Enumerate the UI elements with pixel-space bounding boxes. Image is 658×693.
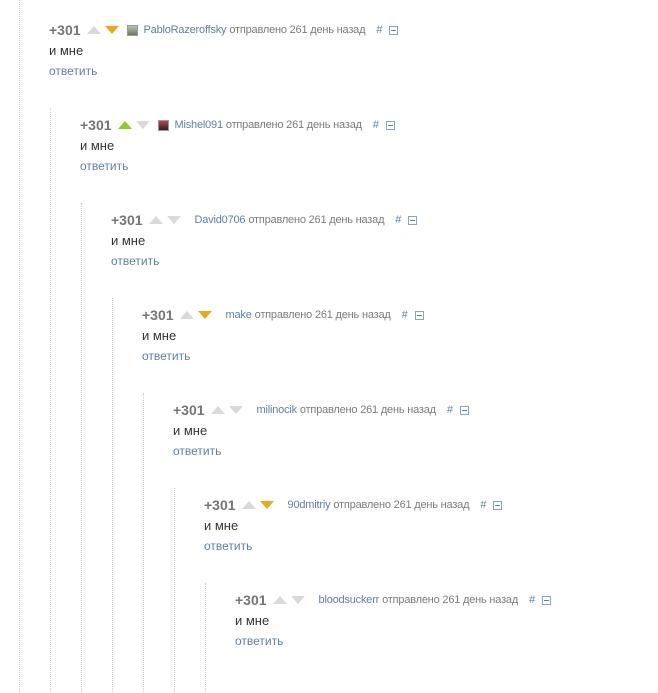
downvote-arrow-icon[interactable]: [228, 406, 243, 414]
comment-rating: +301: [173, 402, 205, 418]
collapse-icon[interactable]: [493, 500, 503, 510]
comment: +301 bloodsuckerr отправлено 261 день на…: [235, 590, 552, 648]
thread-line: [174, 488, 175, 693]
downvote-arrow-icon[interactable]: [197, 311, 212, 319]
comment-header: +301 milinocik отправлено 261 день назад…: [173, 400, 469, 420]
comment-meta: отправлено 261 день назад: [248, 214, 385, 226]
comment-text: и мне: [111, 233, 146, 248]
comment: +301 milinocik отправлено 261 день назад…: [173, 400, 469, 458]
comment-author[interactable]: make: [226, 309, 252, 321]
comment-text: и мне: [49, 43, 84, 58]
thread-line: [143, 393, 144, 693]
comment-rating: +301: [111, 212, 143, 228]
comment-header: +301 Mishel091 отправлено 261 день назад…: [80, 115, 395, 135]
comment-rating: +301: [80, 117, 112, 133]
comment-header: +301 David0706 отправлено 261 день назад…: [111, 210, 418, 230]
collapse-icon[interactable]: [385, 120, 395, 130]
comment-text: и мне: [142, 328, 177, 343]
comment-meta: отправлено 261 день назад: [229, 24, 366, 36]
comment-meta: отправлено 261 день назад: [225, 119, 362, 131]
comment-header: +301 make отправлено 261 день назад #: [142, 305, 424, 325]
comment-text: и мне: [173, 423, 208, 438]
comment: +301 90dmitriy отправлено 261 день назад…: [204, 495, 503, 553]
user-avatar[interactable]: [157, 119, 169, 131]
thread-line: [205, 583, 206, 693]
comment-text: и мне: [204, 518, 239, 533]
upvote-arrow-icon[interactable]: [241, 501, 256, 509]
comment: +301 PabloRazeroffsky отправлено 261 ден…: [49, 20, 399, 78]
permalink-link[interactable]: #: [480, 499, 486, 511]
comment-rating: +301: [235, 592, 267, 608]
reply-link[interactable]: ответить: [80, 159, 395, 173]
comment-header: +301 bloodsuckerr отправлено 261 день на…: [235, 590, 552, 610]
thread-line: [50, 108, 51, 693]
upvote-arrow-icon[interactable]: [117, 121, 132, 129]
comment: +301 David0706 отправлено 261 день назад…: [111, 210, 418, 268]
reply-link[interactable]: ответить: [235, 634, 551, 648]
thread-line: [81, 203, 82, 693]
comment: +301 Mishel091 отправлено 261 день назад…: [80, 115, 395, 173]
comment-text: и мне: [235, 613, 270, 628]
reply-link[interactable]: ответить: [142, 349, 424, 363]
comment-author[interactable]: David0706: [195, 214, 246, 226]
comment-rating: +301: [204, 497, 236, 513]
comment-rating: +301: [49, 22, 81, 38]
comment: +301 make отправлено 261 день назад # и …: [142, 305, 424, 363]
upvote-arrow-icon[interactable]: [272, 596, 287, 604]
thread-line: [112, 298, 113, 693]
comment-author[interactable]: Mishel091: [175, 119, 224, 131]
downvote-arrow-icon[interactable]: [290, 596, 305, 604]
reply-link[interactable]: ответить: [49, 64, 398, 78]
upvote-arrow-icon[interactable]: [86, 26, 101, 34]
permalink-link[interactable]: #: [529, 594, 535, 606]
permalink-link[interactable]: #: [447, 404, 453, 416]
comment-author[interactable]: bloodsuckerr: [319, 594, 380, 606]
comment-author[interactable]: milinocik: [257, 404, 298, 416]
permalink-link[interactable]: #: [395, 214, 401, 226]
comment-meta: отправлено 261 день назад: [299, 404, 436, 416]
upvote-arrow-icon[interactable]: [148, 216, 163, 224]
comment-text: и мне: [80, 138, 115, 153]
permalink-link[interactable]: #: [402, 309, 408, 321]
collapse-icon[interactable]: [408, 215, 418, 225]
permalink-link[interactable]: #: [376, 24, 382, 36]
upvote-arrow-icon[interactable]: [210, 406, 225, 414]
collapse-icon[interactable]: [414, 310, 424, 320]
user-avatar[interactable]: [126, 24, 138, 36]
comment-author[interactable]: 90dmitriy: [288, 499, 331, 511]
comment-header: +301 PabloRazeroffsky отправлено 261 ден…: [49, 20, 399, 40]
comment-meta: отправлено 261 день назад: [333, 499, 470, 511]
collapse-icon[interactable]: [389, 25, 399, 35]
permalink-link[interactable]: #: [373, 119, 379, 131]
reply-link[interactable]: ответить: [111, 254, 417, 268]
upvote-arrow-icon[interactable]: [179, 311, 194, 319]
downvote-arrow-icon[interactable]: [166, 216, 181, 224]
collapse-icon[interactable]: [460, 405, 469, 415]
comment-author[interactable]: PabloRazeroffsky: [144, 24, 227, 36]
downvote-arrow-icon[interactable]: [259, 501, 274, 509]
collapse-icon[interactable]: [542, 595, 552, 605]
reply-link[interactable]: ответить: [173, 444, 469, 458]
downvote-arrow-icon[interactable]: [135, 121, 150, 129]
thread-line: [19, 0, 20, 693]
comment-meta: отправлено 261 день назад: [254, 309, 391, 321]
comment-rating: +301: [142, 307, 174, 323]
comment-meta: отправлено 261 день назад: [382, 594, 519, 606]
reply-link[interactable]: ответить: [204, 539, 502, 553]
comment-header: +301 90dmitriy отправлено 261 день назад…: [204, 495, 503, 515]
downvote-arrow-icon[interactable]: [104, 26, 119, 34]
